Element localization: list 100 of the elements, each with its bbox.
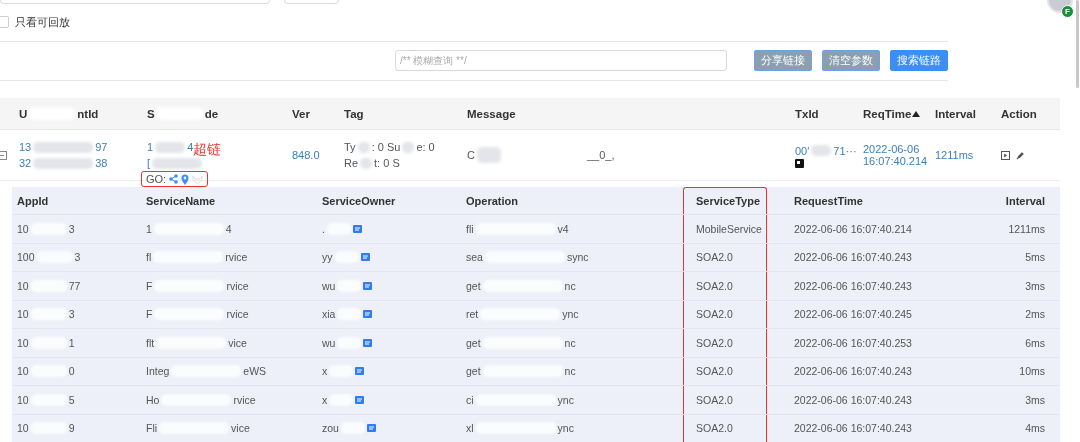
txid-link[interactable]: 00' bbox=[795, 142, 810, 159]
column-header: Interval bbox=[935, 107, 976, 120]
redaction-blur bbox=[337, 279, 362, 292]
version-link[interactable]: 848.0 bbox=[292, 149, 320, 161]
redaction-blur bbox=[33, 157, 94, 169]
redaction-blur bbox=[155, 141, 186, 153]
sort-ascending-icon[interactable] bbox=[912, 110, 921, 117]
chat-icon[interactable] bbox=[363, 310, 373, 319]
table-cell-text: flt bbox=[146, 336, 155, 349]
avatar-badge: F bbox=[1061, 5, 1074, 18]
table-cell-text: F bbox=[146, 279, 153, 292]
table-cell-text: Fli bbox=[146, 422, 158, 435]
table-cell-text: 2022-06-06 16:07:40.243 bbox=[794, 393, 912, 406]
table-cell-text: 2022-06-06 16:07:40.245 bbox=[794, 308, 912, 321]
table-cell-text: 5ms bbox=[1025, 251, 1045, 264]
id-link[interactable]: 38 bbox=[95, 155, 108, 171]
redaction-blur bbox=[360, 157, 373, 169]
id-link[interactable]: 13 bbox=[19, 139, 32, 155]
table-cell-text: 3 bbox=[68, 222, 75, 235]
tag-text: t: 0 S bbox=[374, 156, 400, 171]
time-link[interactable]: 16:07:40.214 bbox=[863, 155, 935, 167]
table-cell-text: eWS bbox=[243, 365, 267, 378]
column-header: S bbox=[147, 107, 155, 120]
table-cell-text: 10 bbox=[17, 336, 29, 349]
column-header: ntId bbox=[77, 107, 99, 120]
table-cell-text: 4 bbox=[225, 222, 232, 235]
redaction-blur bbox=[337, 308, 362, 321]
checkbox[interactable] bbox=[0, 16, 9, 28]
chat-icon[interactable] bbox=[363, 338, 373, 347]
share-icon[interactable] bbox=[169, 174, 179, 184]
table-cell-text: 1 bbox=[68, 336, 75, 349]
id-link[interactable]: 4 bbox=[187, 139, 194, 155]
table-cell-text: 10 bbox=[17, 365, 29, 378]
table-cell-text: yy bbox=[322, 251, 333, 264]
table-cell-text: get bbox=[466, 336, 481, 349]
table-cell-text: x bbox=[322, 365, 328, 378]
pen-icon[interactable] bbox=[1016, 150, 1025, 160]
action-button[interactable]: 清空参数 bbox=[822, 50, 880, 71]
tag-text: Re bbox=[344, 156, 359, 171]
id-link[interactable]: [ bbox=[147, 155, 151, 171]
id-link[interactable]: 1 bbox=[147, 139, 154, 155]
table-cell-text: 3 bbox=[68, 308, 75, 321]
table-cell-text: fl bbox=[146, 251, 152, 264]
table-cell-text: vice bbox=[231, 422, 250, 435]
column-header: Ver bbox=[292, 107, 310, 120]
chat-icon[interactable] bbox=[366, 424, 376, 433]
interval-link[interactable]: 1211ms bbox=[935, 149, 974, 161]
chat-icon[interactable] bbox=[363, 281, 373, 290]
table-cell-text: 2ms bbox=[1025, 308, 1045, 321]
table-cell-text: get bbox=[466, 279, 481, 292]
table-cell-text: 10ms bbox=[1019, 365, 1045, 378]
redaction-blur bbox=[476, 147, 501, 163]
table-cell-text: wu bbox=[322, 279, 336, 292]
search-button[interactable]: 搜索链路 bbox=[890, 50, 948, 71]
tag-text: Ty bbox=[344, 140, 356, 155]
column-header: Operation bbox=[465, 193, 519, 209]
table-cell-text: rvice bbox=[233, 393, 256, 406]
action-button[interactable]: 分享链接 bbox=[754, 50, 812, 71]
table-cell-text: 100 bbox=[17, 251, 35, 264]
table-cell-text: ret bbox=[466, 308, 479, 321]
table-cell-text: 10 bbox=[17, 279, 29, 292]
table-cell-text: ync bbox=[562, 308, 579, 321]
table-cell-text: sea bbox=[466, 251, 483, 264]
table-cell-text: nc bbox=[564, 336, 576, 349]
search-field[interactable]: /** 模糊查询 **/ bbox=[395, 50, 727, 71]
table-cell-text: 6ms bbox=[1025, 336, 1045, 349]
column-header: ServiceName bbox=[145, 193, 217, 209]
table-cell-text: SOA2.0 bbox=[696, 279, 733, 292]
id-link[interactable]: 32 bbox=[19, 155, 32, 171]
id-link[interactable]: 97 bbox=[95, 139, 108, 155]
table-cell-text: xl bbox=[466, 422, 474, 435]
table-cell-text: 9 bbox=[68, 422, 75, 435]
chat-icon[interactable] bbox=[355, 367, 365, 376]
checkbox-label: 只看可回放 bbox=[15, 14, 70, 30]
play-icon[interactable] bbox=[1001, 150, 1010, 160]
chat-icon[interactable] bbox=[352, 224, 362, 233]
column-header: Action bbox=[1001, 107, 1037, 120]
scrollbar[interactable] bbox=[1076, 0, 1079, 88]
table-cell-text: 2022-06-06 16:07:40.253 bbox=[794, 336, 912, 349]
column-header: Message bbox=[467, 107, 516, 120]
column-header: Tag bbox=[344, 107, 364, 120]
location-pin-icon[interactable] bbox=[181, 173, 190, 185]
chat-icon[interactable] bbox=[355, 395, 365, 404]
time-link[interactable]: 2022-06-06 bbox=[863, 143, 935, 155]
column-header: ServiceType bbox=[683, 187, 767, 214]
table-cell-text: x bbox=[322, 393, 328, 406]
table-cell-text: 77 bbox=[68, 279, 81, 292]
table-cell-text: 2022-06-06 16:07:40.243 bbox=[794, 279, 912, 292]
table-cell-text: 0 bbox=[68, 365, 75, 378]
chat-icon[interactable] bbox=[360, 253, 370, 262]
table-cell-text: 2022-06-06 16:07:40.243 bbox=[794, 365, 912, 378]
table-cell-text: get bbox=[466, 365, 481, 378]
txid-link[interactable]: 71··· bbox=[833, 142, 857, 159]
column-header: TxId bbox=[795, 107, 819, 120]
column-header: U bbox=[19, 107, 28, 120]
column-header: ReqTime bbox=[863, 107, 912, 120]
table-cell-text: Integ bbox=[146, 365, 170, 378]
table-cell-text: 3ms bbox=[1025, 279, 1045, 292]
collapse-icon[interactable] bbox=[0, 150, 7, 160]
table-cell-text: 3 bbox=[74, 251, 81, 264]
